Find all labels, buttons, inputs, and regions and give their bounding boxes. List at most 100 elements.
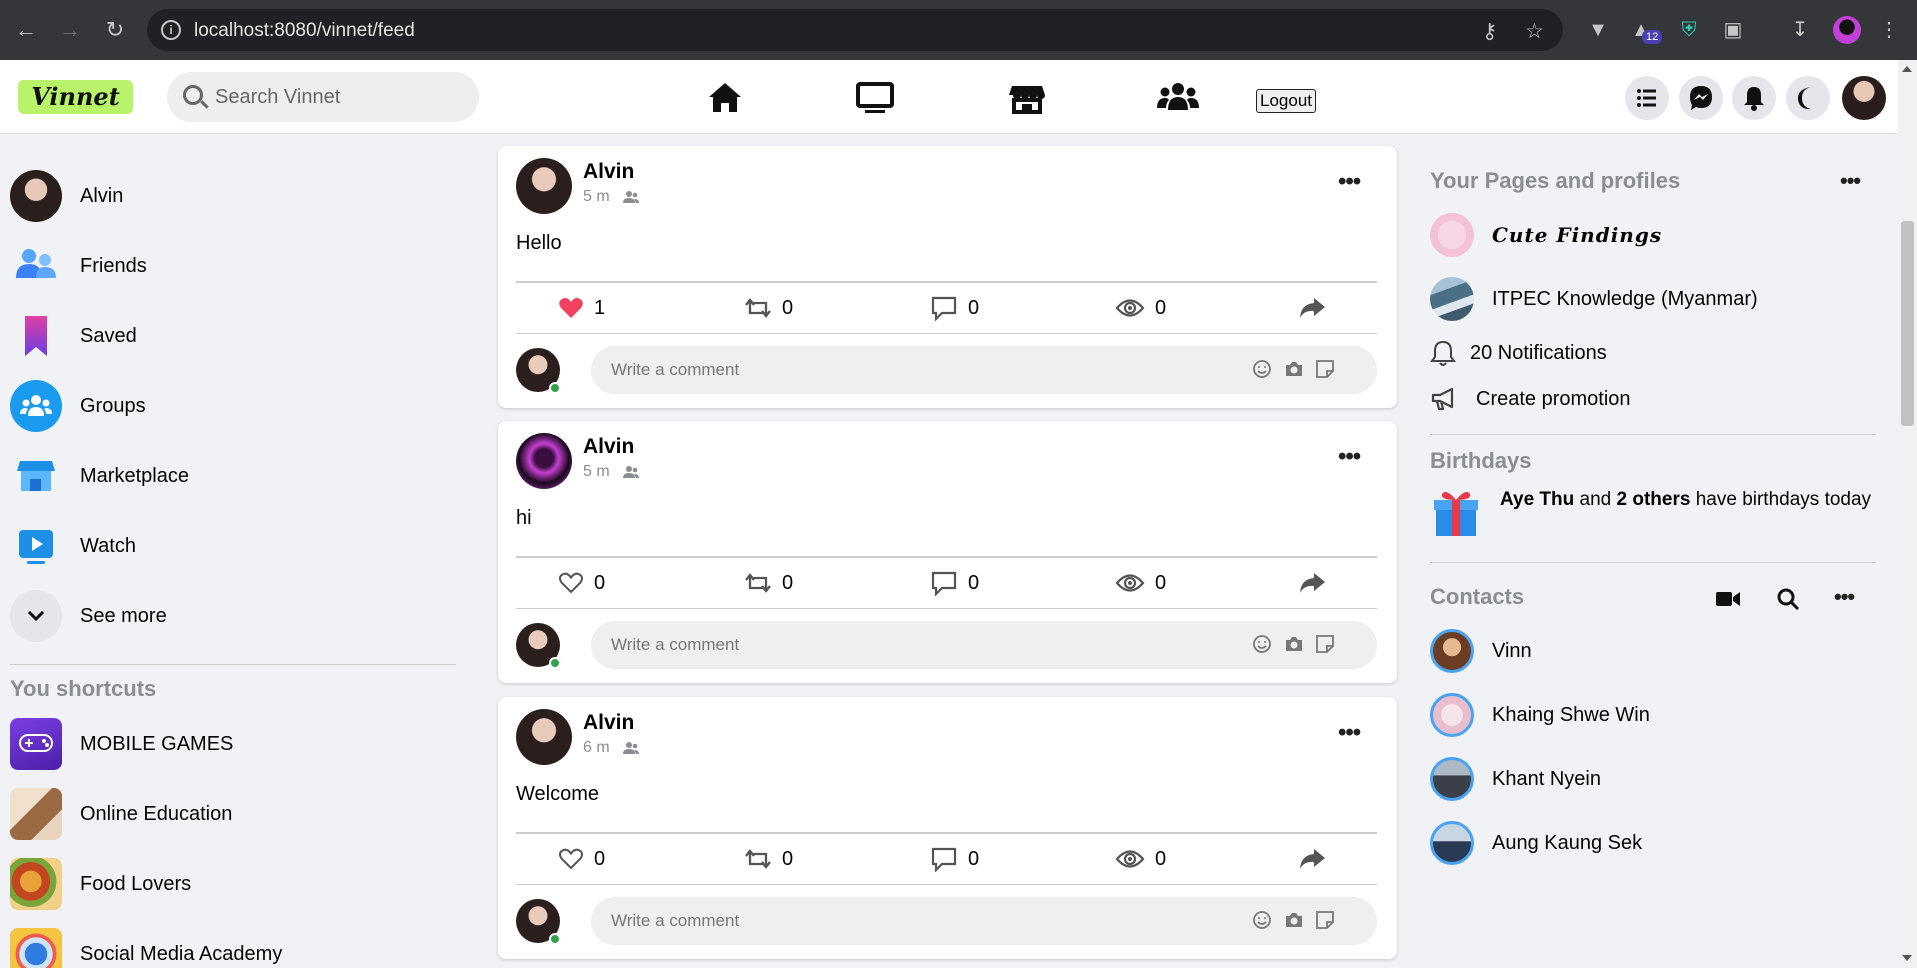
- page-item-cute-findings[interactable]: Cute Findings: [1430, 212, 1662, 258]
- notifications-link[interactable]: 20 Notifications: [1430, 330, 1607, 376]
- sticker-icon[interactable]: [1314, 909, 1336, 931]
- shortcut-online-education[interactable]: Online Education: [10, 788, 450, 840]
- emoji-icon[interactable]: [1251, 633, 1273, 655]
- notifications-button[interactable]: [1732, 76, 1776, 120]
- page-scrollbar[interactable]: [1898, 60, 1917, 968]
- repost-button[interactable]: 0: [744, 834, 793, 884]
- scroll-up-icon[interactable]: [1902, 66, 1912, 72]
- extension-v-icon[interactable]: ▼: [1585, 17, 1611, 43]
- comment-input[interactable]: [611, 633, 1211, 657]
- sidebar-item-marketplace[interactable]: Marketplace: [10, 450, 450, 502]
- search-bar[interactable]: [167, 72, 479, 122]
- post-more-icon[interactable]: •••: [1338, 443, 1361, 471]
- search-input[interactable]: [215, 84, 465, 110]
- puzzle-icon[interactable]: ▣: [1720, 17, 1746, 43]
- contacts-search-icon[interactable]: [1776, 587, 1800, 611]
- camera-icon[interactable]: [1283, 909, 1305, 931]
- share-button[interactable]: [1298, 558, 1326, 608]
- vinnet-logo[interactable]: Vinnet: [18, 80, 133, 114]
- browser-profile-avatar[interactable]: [1833, 16, 1861, 44]
- groups-icon[interactable]: [1156, 78, 1200, 118]
- shortcut-social-media-academy[interactable]: Social Media Academy: [10, 928, 450, 968]
- repost-button[interactable]: 0: [744, 283, 793, 333]
- like-button[interactable]: 0: [558, 834, 605, 884]
- emoji-icon[interactable]: [1251, 358, 1273, 380]
- post-time[interactable]: 5 m: [583, 188, 610, 206]
- shortcut-mobile-games[interactable]: MOBILE GAMES: [10, 718, 450, 770]
- comment-button[interactable]: 0: [930, 558, 979, 608]
- address-bar[interactable]: i localhost:8080/vinnet/feed ⚷ ☆: [147, 9, 1563, 51]
- menu-button[interactable]: [1625, 76, 1669, 120]
- page-item-itpec[interactable]: ITPEC Knowledge (Myanmar): [1430, 276, 1758, 322]
- camera-icon[interactable]: [1283, 633, 1305, 655]
- sidebar-item-saved[interactable]: Saved: [10, 310, 450, 362]
- key-icon[interactable]: ⚷: [1482, 19, 1497, 44]
- watch-icon[interactable]: [853, 78, 897, 118]
- sticker-icon[interactable]: [1314, 633, 1336, 655]
- post-more-icon[interactable]: •••: [1338, 719, 1361, 747]
- birthday-name[interactable]: Aye Thu: [1500, 489, 1574, 510]
- views-button[interactable]: 0: [1115, 558, 1166, 608]
- camera-icon[interactable]: [1283, 358, 1305, 380]
- forward-icon[interactable]: →: [56, 16, 84, 44]
- comment-box[interactable]: [591, 346, 1377, 394]
- contacts-more-icon[interactable]: •••: [1834, 584, 1855, 610]
- emoji-icon[interactable]: [1251, 909, 1273, 931]
- comment-input[interactable]: [611, 358, 1211, 382]
- post-author-avatar[interactable]: [516, 709, 572, 765]
- sticker-icon[interactable]: [1314, 358, 1336, 380]
- create-promotion-link[interactable]: Create promotion: [1430, 376, 1631, 422]
- post-time[interactable]: 5 m: [583, 463, 610, 481]
- sidebar-item-friends[interactable]: Friends: [10, 240, 450, 292]
- bookmark-star-icon[interactable]: ☆: [1525, 19, 1544, 44]
- post-author-name[interactable]: Alvin: [583, 435, 634, 459]
- sidebar-item-watch[interactable]: Watch: [10, 520, 450, 572]
- scroll-down-icon[interactable]: [1902, 955, 1912, 961]
- comment-input[interactable]: [611, 909, 1211, 933]
- birthday-others[interactable]: 2 others: [1617, 489, 1691, 510]
- site-info-icon[interactable]: i: [161, 20, 181, 40]
- share-button[interactable]: [1298, 834, 1326, 884]
- marketplace-icon[interactable]: [1005, 78, 1049, 118]
- messenger-button[interactable]: [1679, 76, 1723, 120]
- shortcut-food-lovers[interactable]: Food Lovers: [10, 858, 450, 910]
- home-icon[interactable]: [703, 78, 747, 118]
- sidebar-item-groups[interactable]: Groups: [10, 380, 450, 432]
- comment-box[interactable]: [591, 621, 1377, 669]
- post-author-name[interactable]: Alvin: [583, 160, 634, 184]
- see-more-button[interactable]: See more: [10, 590, 450, 642]
- profile-avatar[interactable]: [1842, 76, 1886, 120]
- post-author-name[interactable]: Alvin: [583, 711, 634, 735]
- contact-item[interactable]: Khaing Shwe Win: [1430, 692, 1650, 738]
- comment-button[interactable]: 0: [930, 834, 979, 884]
- like-button[interactable]: 0: [558, 558, 605, 608]
- comment-button[interactable]: 0: [930, 283, 979, 333]
- logout-button[interactable]: Logout: [1256, 89, 1316, 113]
- post-author-avatar[interactable]: [516, 158, 572, 214]
- list-icon: [1637, 89, 1656, 107]
- sidebar-item-profile[interactable]: Alvin: [10, 170, 450, 222]
- address-url[interactable]: localhost:8080/vinnet/feed: [194, 20, 415, 42]
- video-call-icon[interactable]: [1715, 589, 1741, 609]
- comment-box[interactable]: [591, 897, 1377, 945]
- share-button[interactable]: [1298, 283, 1326, 333]
- contact-item[interactable]: Khant Nyein: [1430, 756, 1601, 802]
- like-button[interactable]: 1: [558, 283, 605, 333]
- post-time[interactable]: 6 m: [583, 739, 610, 757]
- views-button[interactable]: 0: [1115, 834, 1166, 884]
- shield-icon[interactable]: ⛨: [1676, 17, 1702, 43]
- browser-menu-icon[interactable]: ⋮: [1876, 17, 1902, 43]
- post-more-icon[interactable]: •••: [1338, 168, 1361, 196]
- reload-icon[interactable]: ↻: [101, 16, 129, 44]
- pages-more-icon[interactable]: •••: [1840, 168, 1861, 194]
- scrollbar-thumb[interactable]: [1901, 221, 1914, 426]
- dark-mode-button[interactable]: [1786, 76, 1830, 120]
- contact-item[interactable]: Aung Kaung Sek: [1430, 820, 1642, 866]
- back-icon[interactable]: ←: [12, 16, 40, 44]
- contact-item[interactable]: Vinn: [1430, 628, 1532, 674]
- post-author-avatar[interactable]: [516, 433, 572, 489]
- views-button[interactable]: 0: [1115, 283, 1166, 333]
- repost-button[interactable]: 0: [744, 558, 793, 608]
- birthday-text[interactable]: Aye Thu and 2 others have birthdays toda…: [1500, 486, 1880, 514]
- download-icon[interactable]: ↧: [1787, 17, 1813, 43]
